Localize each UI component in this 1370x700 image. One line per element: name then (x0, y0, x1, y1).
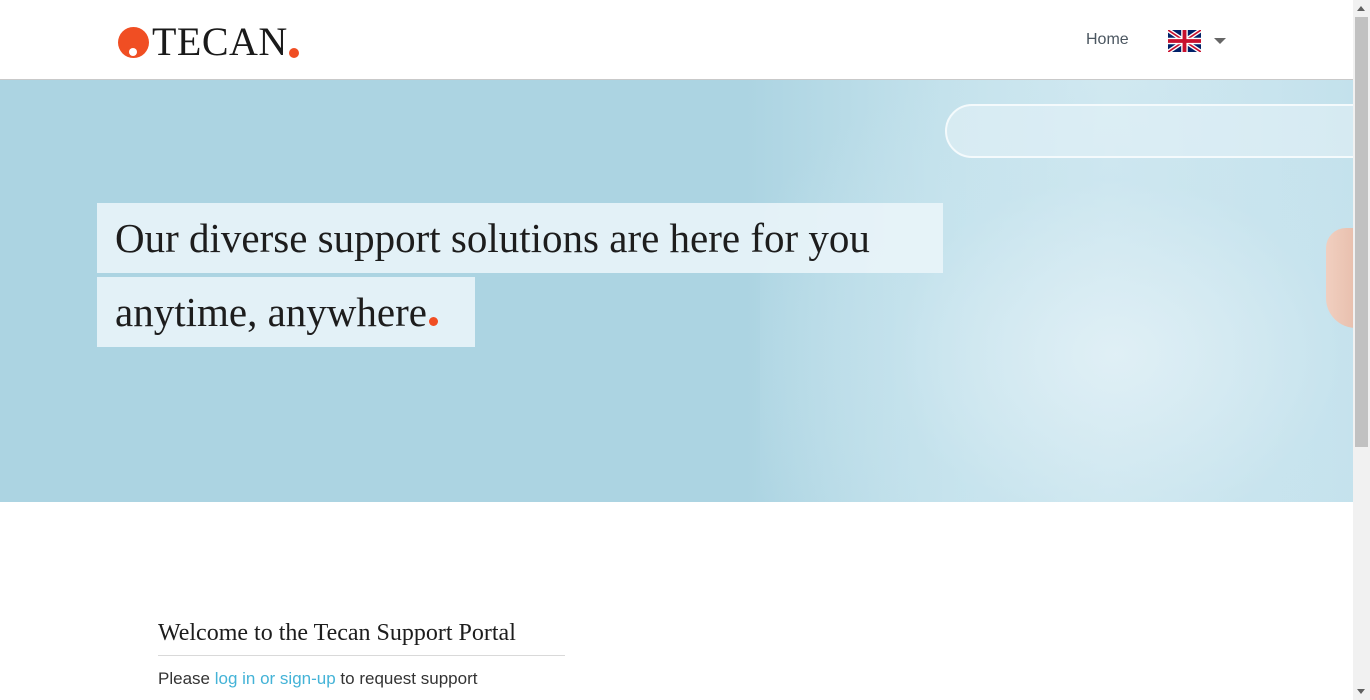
site-header: TECAN Home (0, 0, 1353, 80)
logo-circle-icon (118, 26, 149, 58)
uk-flag-icon (1168, 30, 1201, 52)
scroll-up-icon[interactable] (1357, 6, 1365, 11)
logo-dot-icon (288, 48, 299, 58)
hero-banner: Our diverse support solutions are here f… (0, 80, 1353, 502)
tecan-logo[interactable]: TECAN (118, 22, 299, 62)
hero-headline-line-1: Our diverse support solutions are here f… (97, 203, 943, 273)
orange-dot-icon (428, 317, 438, 326)
nav-home-link[interactable]: Home (1086, 31, 1129, 49)
logo-text: TECAN (152, 19, 288, 64)
hero-decorative-pill (945, 104, 1353, 158)
chevron-down-icon (1214, 38, 1226, 44)
scrollbar-thumb[interactable] (1355, 17, 1368, 447)
hero-headline-text-2: anytime, anywhere (115, 289, 427, 335)
vertical-scrollbar[interactable] (1353, 0, 1370, 700)
login-prompt-prefix: Please (158, 669, 210, 688)
scroll-down-icon[interactable] (1357, 689, 1365, 694)
welcome-title: Welcome to the Tecan Support Portal (158, 620, 516, 646)
hero-headline-line-2: anytime, anywhere (97, 277, 475, 347)
welcome-divider (158, 655, 565, 656)
login-prompt: Please log in or sign-up to request supp… (158, 669, 477, 689)
hero-hand-image (1326, 228, 1353, 328)
login-signup-link[interactable]: log in or sign-up (215, 669, 336, 688)
login-prompt-suffix: to request support (340, 669, 478, 688)
hero-headline-text-1: Our diverse support solutions are here f… (115, 215, 870, 261)
language-selector[interactable] (1168, 30, 1226, 52)
page: TECAN Home Our diverse support solutions… (0, 0, 1353, 700)
